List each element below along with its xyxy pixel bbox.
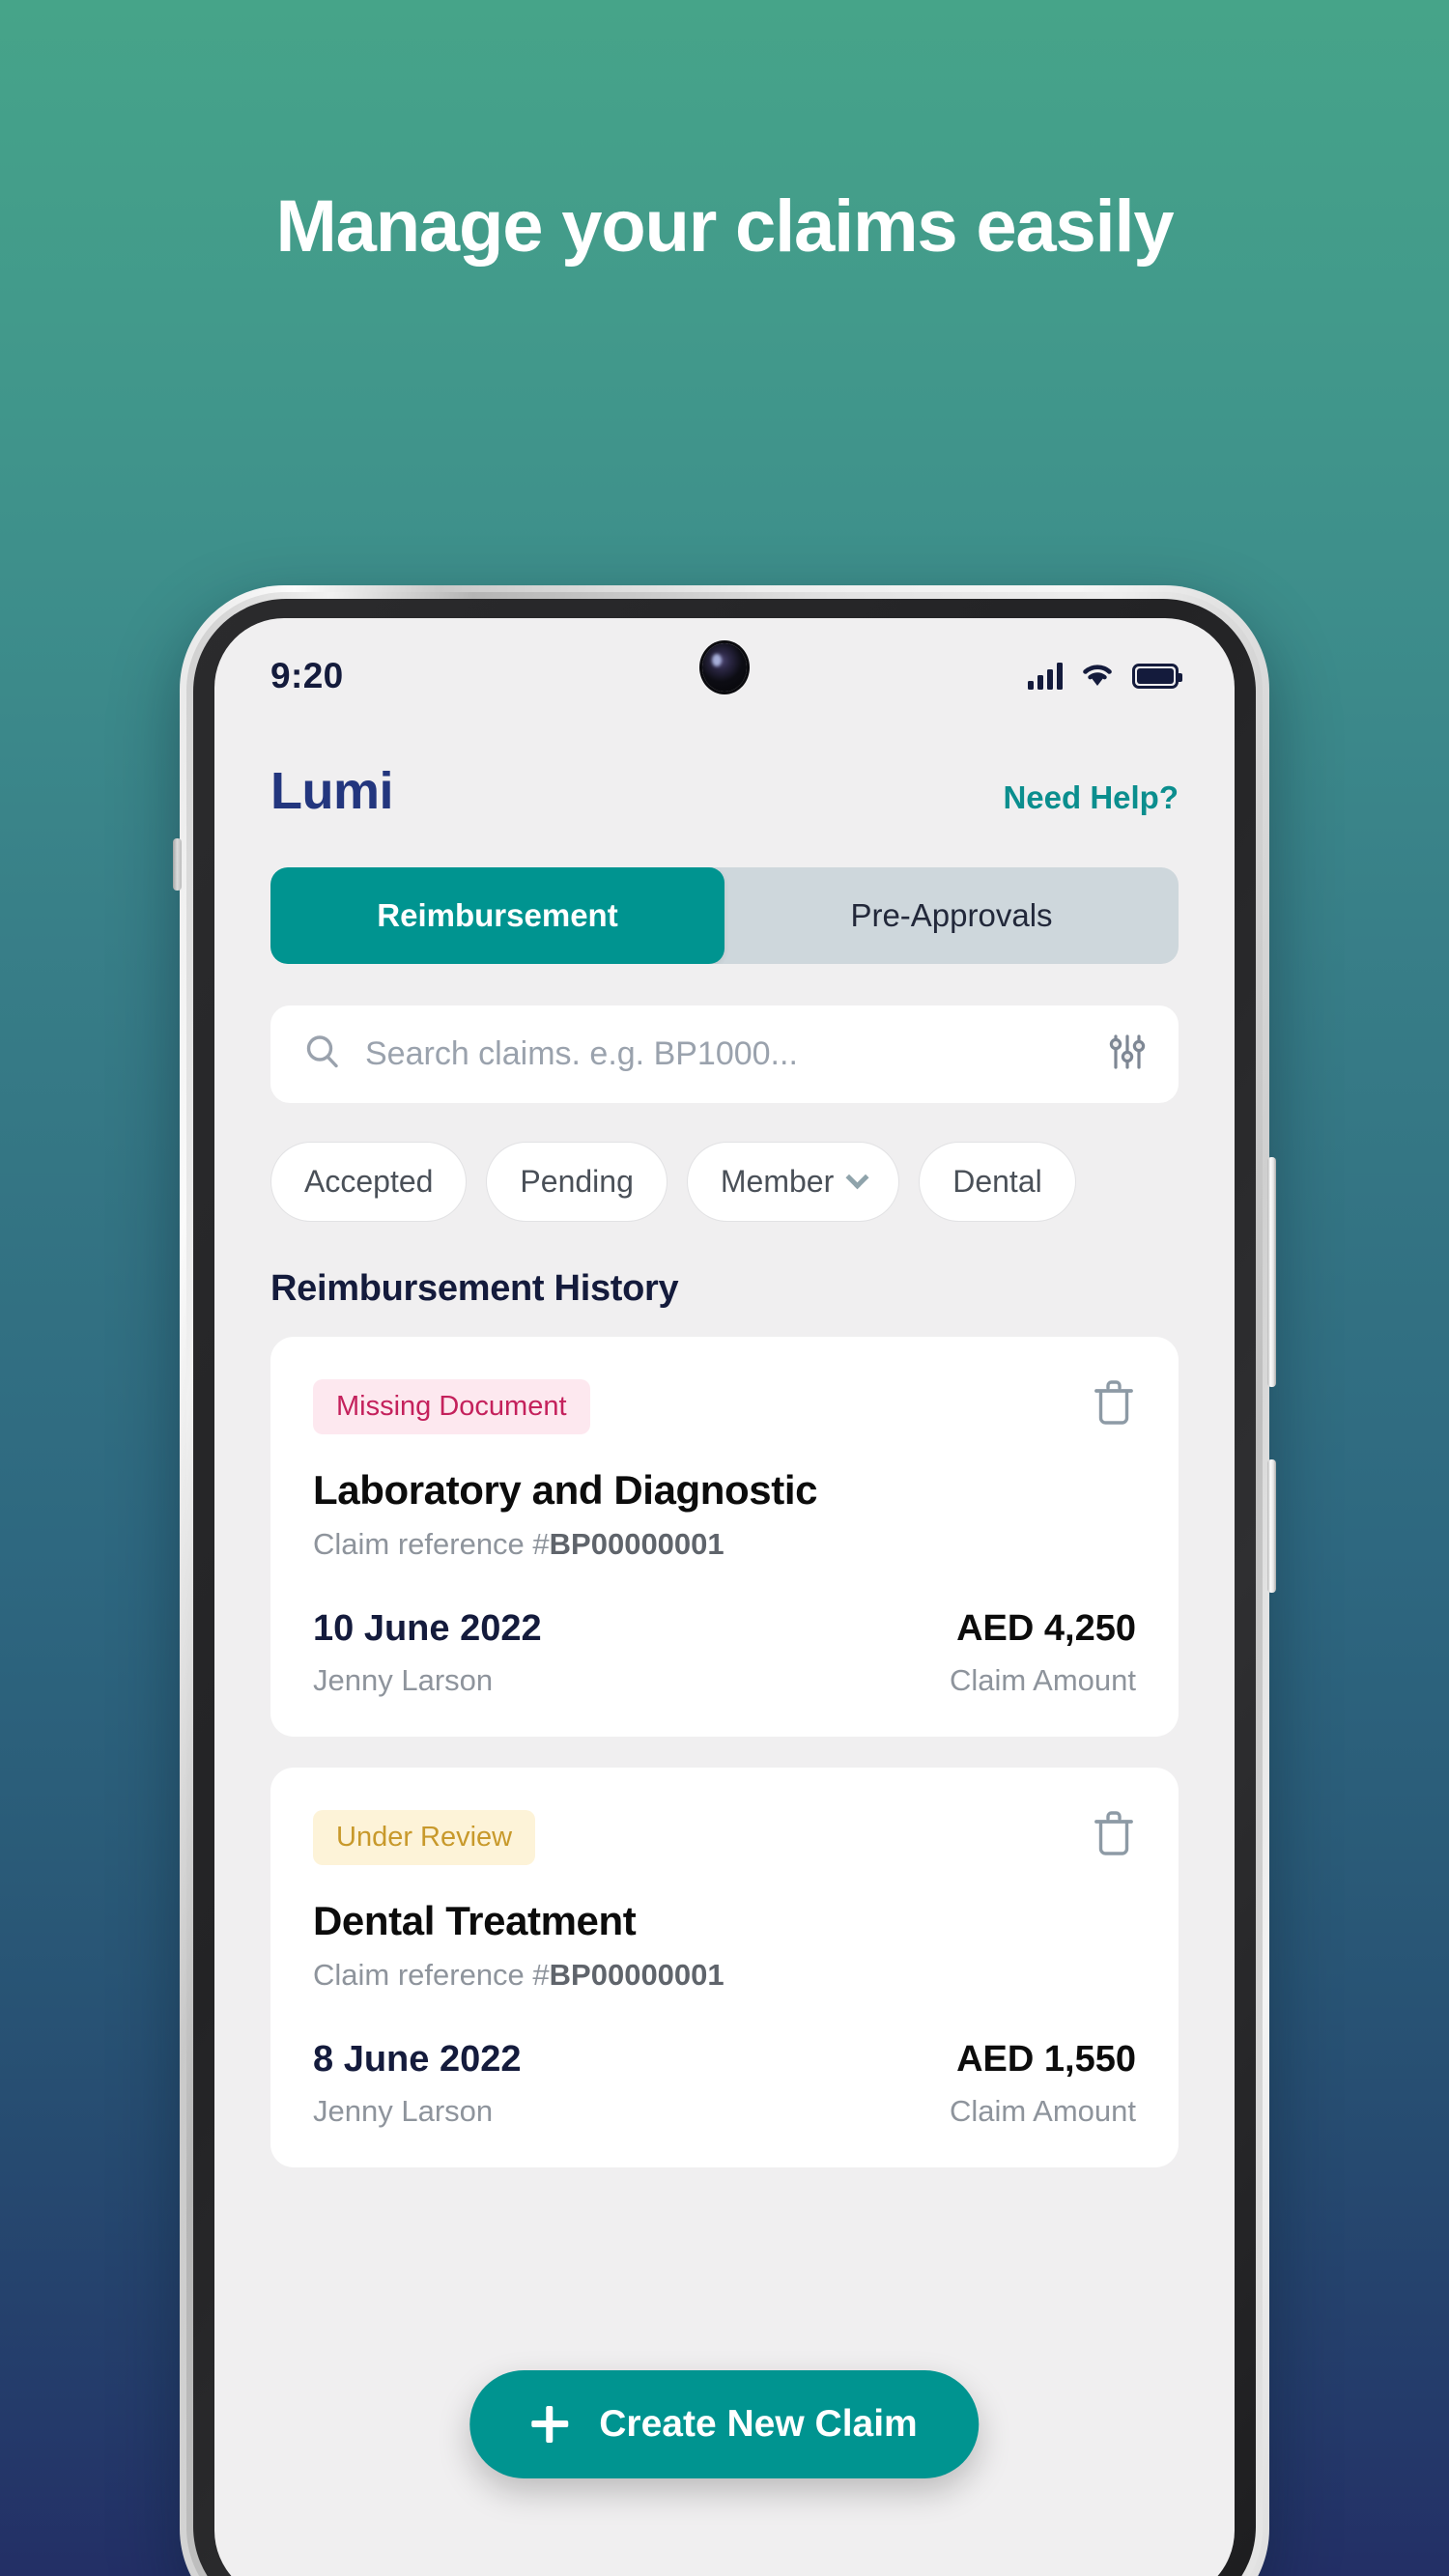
claim-amount-label: Claim Amount: [950, 2094, 1136, 2128]
phone-screen: 9:20 Lumi Need Help? Pre-Approvals Reimb…: [214, 618, 1235, 2576]
status-icons: [1028, 661, 1182, 693]
tab-pre-approvals[interactable]: Pre-Approvals: [707, 867, 1179, 964]
device-left-nub[interactable]: [173, 838, 182, 891]
device-volume-button[interactable]: [1267, 1459, 1276, 1593]
app-header: Lumi Need Help?: [214, 719, 1235, 821]
filter-chip-label: Member: [720, 1164, 835, 1199]
plus-icon: [531, 2406, 569, 2443]
claim-card-list: Missing Document Laboratory and Diagnost…: [270, 1337, 1179, 2167]
device-power-button[interactable]: [1267, 1157, 1276, 1387]
search-bar[interactable]: [270, 1005, 1179, 1103]
filter-chip-label: Accepted: [304, 1164, 434, 1199]
claim-card-footer: 10 June 2022 Jenny Larson AED 4,250 Clai…: [313, 1608, 1136, 1698]
filter-chip-label: Pending: [520, 1164, 634, 1199]
create-new-claim-label: Create New Claim: [599, 2403, 918, 2445]
trash-icon[interactable]: [1092, 1379, 1136, 1432]
claim-date-block: 10 June 2022 Jenny Larson: [313, 1608, 542, 1698]
filter-chip-member[interactable]: Member: [686, 1142, 900, 1222]
claim-date-block: 8 June 2022 Jenny Larson: [313, 2039, 521, 2129]
create-new-claim-button[interactable]: Create New Claim: [469, 2370, 980, 2478]
claim-date: 10 June 2022: [313, 1608, 542, 1649]
claim-reference-id: BP00000001: [549, 1527, 724, 1561]
claim-amount-label: Claim Amount: [950, 1663, 1136, 1697]
filter-chip-dental[interactable]: Dental: [919, 1142, 1076, 1222]
claim-amount: AED 1,550: [956, 2039, 1136, 2080]
status-badge: Missing Document: [313, 1379, 590, 1434]
filter-chip-row[interactable]: Accepted Pending Member Dental: [270, 1142, 1235, 1222]
filter-chip-pending[interactable]: Pending: [486, 1142, 668, 1222]
claim-reference: Claim reference #BP00000001: [313, 1958, 1136, 1993]
tab-reimbursement[interactable]: Reimbursement: [270, 867, 724, 964]
camera-lens-glint: [712, 654, 722, 666]
app-brand-logo: Lumi: [270, 762, 394, 820]
claim-member-name: Jenny Larson: [313, 1663, 494, 1697]
status-bar: 9:20: [214, 618, 1235, 719]
claim-reference-label: Claim reference #: [313, 1958, 550, 1992]
search-input[interactable]: [365, 1035, 1086, 1073]
claim-card[interactable]: Under Review Dental Treatment Claim refe…: [270, 1768, 1179, 2167]
status-time: 9:20: [270, 656, 344, 695]
front-camera-punch-hole: [702, 643, 747, 692]
chevron-down-icon: [845, 1166, 869, 1190]
filter-sliders-icon[interactable]: [1109, 1033, 1146, 1075]
filter-chip-accepted[interactable]: Accepted: [270, 1142, 468, 1222]
claim-card-footer: 8 June 2022 Jenny Larson AED 1,550 Claim…: [313, 2039, 1136, 2129]
claim-reference-id: BP00000001: [549, 1958, 724, 1992]
promo-stage: Manage your claims easily 9:20 Lumi Need…: [0, 0, 1449, 2576]
claim-title: Dental Treatment: [313, 1898, 637, 1943]
claim-member-name: Jenny Larson: [313, 2094, 494, 2128]
claim-date: 8 June 2022: [313, 2039, 522, 2080]
cellular-signal-icon: [1028, 663, 1063, 690]
claim-reference: Claim reference #BP00000001: [313, 1527, 1136, 1562]
need-help-link[interactable]: Need Help?: [1003, 779, 1179, 816]
claim-card-header: Missing Document: [313, 1379, 1136, 1434]
wifi-icon: [1080, 661, 1115, 693]
claim-amount-block: AED 4,250 Claim Amount: [950, 1608, 1136, 1698]
trash-icon[interactable]: [1092, 1810, 1136, 1863]
claim-card[interactable]: Missing Document Laboratory and Diagnost…: [270, 1337, 1179, 1737]
battery-icon: [1132, 664, 1182, 689]
section-title: Reimbursement History: [270, 1268, 679, 1309]
claim-title: Laboratory and Diagnostic: [313, 1467, 818, 1513]
claim-amount-block: AED 1,550 Claim Amount: [950, 2039, 1136, 2129]
search-icon: [303, 1033, 342, 1076]
status-badge: Under Review: [313, 1810, 536, 1865]
filter-chip-label: Dental: [952, 1164, 1042, 1199]
phone-device: 9:20 Lumi Need Help? Pre-Approvals Reimb…: [173, 585, 1276, 2576]
claim-card-header: Under Review: [313, 1810, 1136, 1865]
claim-type-tabs: Pre-Approvals Reimbursement: [270, 867, 1179, 964]
promo-headline: Manage your claims easily: [275, 185, 1175, 268]
claim-reference-label: Claim reference #: [313, 1527, 550, 1561]
claim-amount: AED 4,250: [956, 1608, 1136, 1649]
